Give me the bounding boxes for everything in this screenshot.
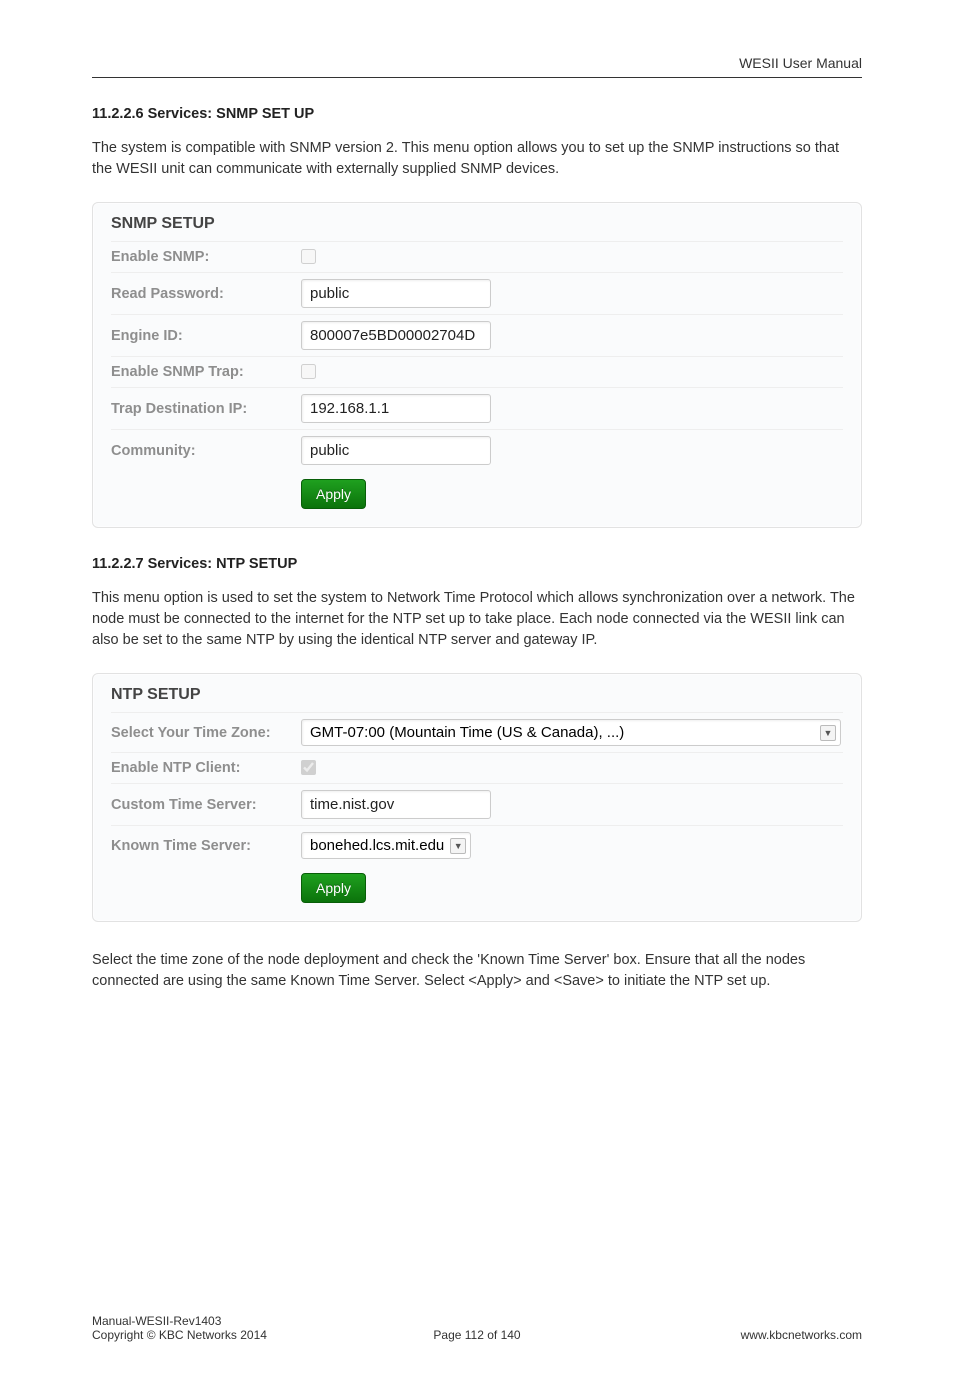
label-engine-id: Engine ID:: [111, 328, 301, 344]
chevron-down-icon: ▼: [820, 725, 836, 741]
ntp-panel: NTP SETUP Select Your Time Zone: GMT-07:…: [92, 673, 862, 922]
label-enable-snmp: Enable SNMP:: [111, 249, 301, 265]
select-known-time-server-value: bonehed.lcs.mit.edu: [310, 837, 444, 854]
input-community[interactable]: [301, 436, 491, 465]
footer-page-number: Page 112 of 140: [433, 1328, 520, 1342]
select-known-time-server[interactable]: bonehed.lcs.mit.edu ▼: [301, 832, 471, 859]
select-timezone[interactable]: GMT-07:00 (Mountain Time (US & Canada), …: [301, 719, 841, 746]
row-custom-time-server: Custom Time Server:: [111, 783, 843, 825]
input-engine-id[interactable]: [301, 321, 491, 350]
row-engine-id: Engine ID:: [111, 314, 843, 356]
snmp-panel-title: SNMP SETUP: [111, 215, 843, 233]
row-known-time-server: Known Time Server: bonehed.lcs.mit.edu ▼: [111, 825, 843, 865]
ntp-apply-button[interactable]: Apply: [301, 873, 366, 903]
label-custom-time-server: Custom Time Server:: [111, 797, 301, 813]
row-read-password: Read Password:: [111, 272, 843, 314]
select-timezone-value: GMT-07:00 (Mountain Time (US & Canada), …: [310, 724, 624, 741]
section-para-ntp: This menu option is used to set the syst…: [92, 588, 862, 651]
row-enable-trap: Enable SNMP Trap:: [111, 356, 843, 387]
ntp-panel-title: NTP SETUP: [111, 686, 843, 704]
input-read-password[interactable]: [301, 279, 491, 308]
input-custom-time-server[interactable]: [301, 790, 491, 819]
section-heading-ntp: 11.2.2.7 Services: NTP SETUP: [92, 556, 862, 572]
section-heading-snmp: 11.2.2.6 Services: SNMP SET UP: [92, 106, 862, 122]
closing-paragraph: Select the time zone of the node deploym…: [92, 950, 862, 992]
label-enable-ntp-client: Enable NTP Client:: [111, 760, 301, 776]
label-community: Community:: [111, 443, 301, 459]
chevron-down-icon: ▼: [450, 838, 466, 854]
label-timezone: Select Your Time Zone:: [111, 725, 301, 741]
snmp-apply-button[interactable]: Apply: [301, 479, 366, 509]
label-trap-ip: Trap Destination IP:: [111, 401, 301, 417]
footer-copyright: Copyright © KBC Networks 2014: [92, 1328, 349, 1342]
footer-url: www.kbcnetworks.com: [741, 1328, 862, 1342]
row-community: Community:: [111, 429, 843, 471]
checkbox-enable-ntp-client[interactable]: [301, 760, 316, 775]
label-read-password: Read Password:: [111, 286, 301, 302]
row-enable-ntp-client: Enable NTP Client:: [111, 752, 843, 783]
page-header: WESII User Manual: [92, 55, 862, 78]
section-para-snmp: The system is compatible with SNMP versi…: [92, 138, 862, 180]
label-known-time-server: Known Time Server:: [111, 838, 301, 854]
snmp-panel: SNMP SETUP Enable SNMP: Read Password: E…: [92, 202, 862, 528]
label-enable-trap: Enable SNMP Trap:: [111, 364, 301, 380]
footer-manual-rev: Manual-WESII-Rev1403: [92, 1314, 349, 1328]
row-enable-snmp: Enable SNMP:: [111, 241, 843, 272]
row-timezone: Select Your Time Zone: GMT-07:00 (Mounta…: [111, 712, 843, 752]
document-title: WESII User Manual: [739, 55, 862, 71]
checkbox-enable-snmp[interactable]: [301, 249, 316, 264]
input-trap-ip[interactable]: [301, 394, 491, 423]
page-footer: Manual-WESII-Rev1403 Copyright © KBC Net…: [0, 1314, 954, 1392]
checkbox-enable-trap[interactable]: [301, 364, 316, 379]
row-trap-ip: Trap Destination IP:: [111, 387, 843, 429]
